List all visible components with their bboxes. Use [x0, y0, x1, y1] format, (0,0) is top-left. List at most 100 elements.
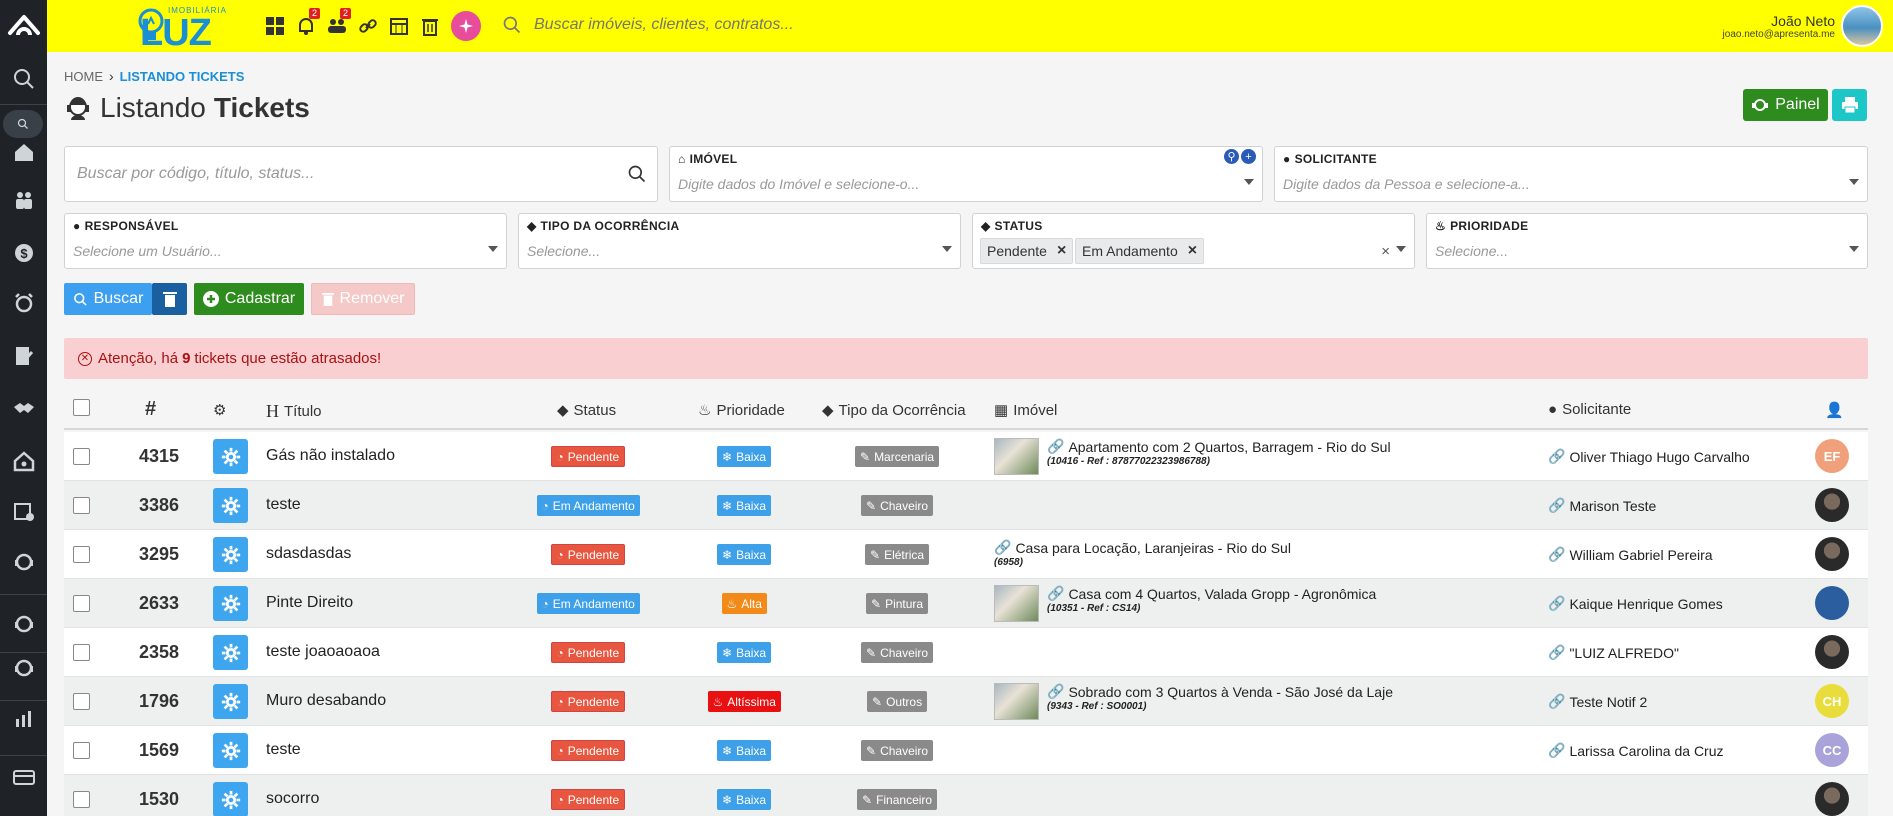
imovel-cell[interactable]: 🔗 Apartamento com 2 Quartos, Barragem - R…	[994, 438, 1391, 475]
ticket-title[interactable]: teste	[266, 741, 301, 759]
responsible-avatar[interactable]	[1815, 635, 1849, 669]
imovel-cell[interactable]: 🔗 Casa para Locação, Laranjeiras - Rio do…	[994, 536, 1291, 568]
solicitante-cell[interactable]: 🔗 Kaique Henrique Gomes	[1548, 595, 1723, 612]
gear-icon[interactable]	[213, 684, 248, 719]
header-status[interactable]: ◆ Status	[557, 401, 616, 420]
imovel-title[interactable]: Sobrado com 3 Quartos à Venda - São José…	[1068, 684, 1393, 700]
responsible-avatar[interactable]	[1815, 537, 1849, 571]
ticket-search-input[interactable]: Buscar por código, título, status...	[64, 146, 658, 202]
alarm-icon[interactable]	[0, 283, 47, 323]
header-number[interactable]: #	[145, 398, 156, 421]
calendar-icon[interactable]	[0, 491, 47, 531]
select-all-checkbox[interactable]	[73, 399, 90, 416]
buscar-button[interactable]: Buscar	[64, 283, 152, 315]
search-imovel-icon[interactable]: ⚲	[1224, 149, 1239, 164]
solicitante-name[interactable]: "LUIZ ALFREDO"	[1569, 645, 1679, 661]
header-title[interactable]: H Título	[266, 401, 322, 422]
table-row[interactable]: 3295 sdasdasdas ◔ Pendente ❄ Baixa ✎ Elétrica 🔗 C…	[64, 530, 1868, 579]
trash-icon[interactable]	[414, 12, 445, 40]
gear-icon[interactable]	[213, 488, 248, 523]
row-checkbox[interactable]	[73, 791, 90, 808]
imovel-select[interactable]: ⌂ IMÓVEL ⚲ + Digite dados do Imóvel e sele…	[669, 146, 1263, 202]
search-icon[interactable]	[627, 164, 647, 184]
users-icon[interactable]: 2	[321, 8, 352, 40]
ticket-title[interactable]: Gás não instalado	[266, 447, 395, 465]
solicitante-name[interactable]: Marison Teste	[1569, 498, 1656, 514]
responsible-avatar[interactable]: CH	[1815, 684, 1849, 718]
handshake-icon[interactable]	[0, 389, 47, 429]
header-type[interactable]: ◆ Tipo da Ocorrência	[822, 401, 966, 420]
home-icon[interactable]	[0, 132, 47, 172]
property-thumbnail[interactable]	[994, 585, 1039, 622]
imovel-cell[interactable]: 🔗 Sobrado com 3 Quartos à Venda - São Jos…	[994, 683, 1393, 720]
imovel-cell[interactable]: 🔗 Casa com 4 Quartos, Valada Gropp - Agro…	[994, 585, 1376, 622]
row-checkbox[interactable]	[73, 448, 90, 465]
ticket-title[interactable]: teste	[266, 496, 301, 514]
responsible-avatar[interactable]	[1815, 488, 1849, 522]
ticket-id[interactable]: 1796	[124, 691, 194, 712]
responsible-avatar[interactable]	[1815, 586, 1849, 620]
user-menu[interactable]: João Neto joao.neto@apresenta.me	[1723, 5, 1883, 47]
money-icon[interactable]: $	[0, 233, 47, 273]
table-row[interactable]: 1796 Muro desabando ◔ Pendente ♨ Altíssima ✎ Ou…	[64, 677, 1868, 726]
table-row[interactable]: 1569 teste ◔ Pendente ❄ Baixa ✎ Chaveiro 🔗 Lariss…	[64, 726, 1868, 775]
solicitante-name[interactable]: William Gabriel Pereira	[1569, 547, 1712, 563]
property-thumbnail[interactable]	[994, 438, 1039, 475]
table-row[interactable]: 2358 teste joaoaoaoa ◔ Pendente ❄ Baixa ✎ Chave…	[64, 628, 1868, 677]
brand-logo[interactable]: IMOBILIÁRIA LUZ	[92, 4, 242, 54]
solicitante-name[interactable]: Kaique Henrique Gomes	[1569, 596, 1722, 612]
solicitante-cell[interactable]: 🔗 Marison Teste	[1548, 497, 1656, 514]
support-icon[interactable]	[0, 542, 47, 582]
painel-button[interactable]: Painel	[1743, 89, 1828, 121]
remove-chip-icon[interactable]: ×	[1057, 242, 1066, 260]
sparkle-icon[interactable]	[451, 11, 481, 41]
gear-icon[interactable]	[213, 439, 248, 474]
responsible-avatar[interactable]: CC	[1815, 733, 1849, 767]
contract-icon[interactable]	[0, 336, 47, 376]
dashboard-icon[interactable]	[259, 12, 290, 40]
ticket-title[interactable]: socorro	[266, 790, 319, 808]
ticket-id[interactable]: 2358	[124, 642, 194, 663]
imovel-title[interactable]: Casa para Locação, Laranjeiras - Rio do …	[1015, 540, 1291, 556]
ticket-id[interactable]: 1530	[124, 789, 194, 810]
ticket-id[interactable]: 2633	[124, 593, 194, 614]
search-icon[interactable]	[0, 59, 47, 99]
support-agent-icon[interactable]	[0, 604, 47, 644]
imovel-title[interactable]: Apartamento com 2 Quartos, Barragem - Ri…	[1068, 439, 1390, 455]
ticket-id[interactable]: 4315	[124, 446, 194, 467]
cadastrar-button[interactable]: Cadastrar	[194, 283, 304, 315]
solicitante-cell[interactable]: 🔗 Teste Notif 2	[1548, 693, 1647, 710]
row-checkbox[interactable]	[73, 546, 90, 563]
responsible-avatar[interactable]	[1815, 782, 1849, 816]
add-imovel-icon[interactable]: +	[1241, 149, 1256, 164]
helpdesk-icon[interactable]	[0, 648, 47, 688]
row-checkbox[interactable]	[73, 497, 90, 514]
imovel-title[interactable]: Casa com 4 Quartos, Valada Gropp - Agron…	[1068, 586, 1376, 602]
table-row[interactable]: 2633 Pinte Direito ◔ Em Andamento ♨ Alta ✎ Pint…	[64, 579, 1868, 628]
solicitante-cell[interactable]: 🔗 William Gabriel Pereira	[1548, 546, 1713, 563]
people-icon[interactable]	[0, 180, 47, 220]
gear-icon[interactable]	[213, 733, 248, 768]
status-select[interactable]: ◆ STATUS Pendente × Em Andamento × ×	[972, 213, 1415, 269]
reports-icon[interactable]	[0, 698, 47, 738]
ticket-title[interactable]: Pinte Direito	[266, 594, 353, 612]
table-row[interactable]: 1530 socorro ◔ Pendente ❄ Baixa ✎ Financeiro	[64, 775, 1868, 816]
solicitante-name[interactable]: Oliver Thiago Hugo Carvalho	[1569, 449, 1749, 465]
calendar-icon[interactable]	[383, 12, 414, 40]
gear-icon[interactable]	[213, 586, 248, 621]
responsavel-select[interactable]: ● RESPONSÁVEL Selecione um Usuário...	[64, 213, 507, 269]
tipo-select[interactable]: ◆ TIPO DA OCORRÊNCIA Selecione...	[518, 213, 961, 269]
clear-filters-button[interactable]	[152, 283, 187, 315]
row-checkbox[interactable]	[73, 693, 90, 710]
solicitante-cell[interactable]: 🔗 Larissa Carolina da Cruz	[1548, 742, 1724, 759]
gear-icon[interactable]	[213, 537, 248, 572]
table-row[interactable]: 3386 teste ◔ Em Andamento ❄ Baixa ✎ Chaveiro 🔗 Ma…	[64, 481, 1868, 530]
solicitante-cell[interactable]: 🔗 Oliver Thiago Hugo Carvalho	[1548, 448, 1750, 465]
app-logo-icon[interactable]	[0, 0, 47, 52]
gear-icon[interactable]	[213, 635, 248, 670]
breadcrumb-home[interactable]: HOME	[64, 69, 103, 84]
row-checkbox[interactable]	[73, 595, 90, 612]
ticket-id[interactable]: 3386	[124, 495, 194, 516]
remove-chip-icon[interactable]: ×	[1188, 242, 1197, 260]
solicitante-name[interactable]: Teste Notif 2	[1569, 694, 1647, 710]
